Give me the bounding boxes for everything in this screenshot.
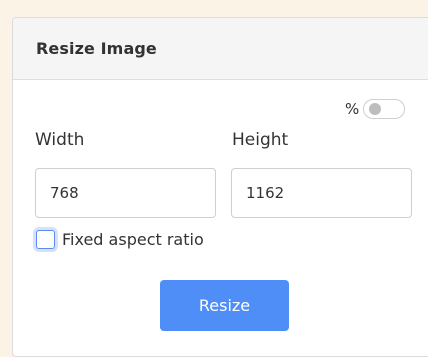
fixed-aspect-ratio-checkbox[interactable] xyxy=(36,230,55,249)
percent-switch[interactable] xyxy=(363,99,406,119)
panel-title: Resize Image xyxy=(36,39,157,58)
width-label: Width xyxy=(35,130,85,150)
resize-button[interactable]: Resize xyxy=(160,280,289,331)
fixed-aspect-ratio-label[interactable]: Fixed aspect ratio xyxy=(62,230,204,249)
resize-image-panel: Resize Image % Width Height Fixed aspect… xyxy=(12,17,428,357)
panel-header: Resize Image xyxy=(13,18,428,80)
percent-label: % xyxy=(345,100,360,118)
fixed-aspect-ratio-option[interactable]: Fixed aspect ratio xyxy=(36,230,204,249)
percent-toggle[interactable]: % xyxy=(345,99,406,119)
height-label: Height xyxy=(232,130,289,150)
width-input[interactable] xyxy=(35,168,216,218)
height-input[interactable] xyxy=(231,168,412,218)
switch-knob xyxy=(369,103,382,115)
